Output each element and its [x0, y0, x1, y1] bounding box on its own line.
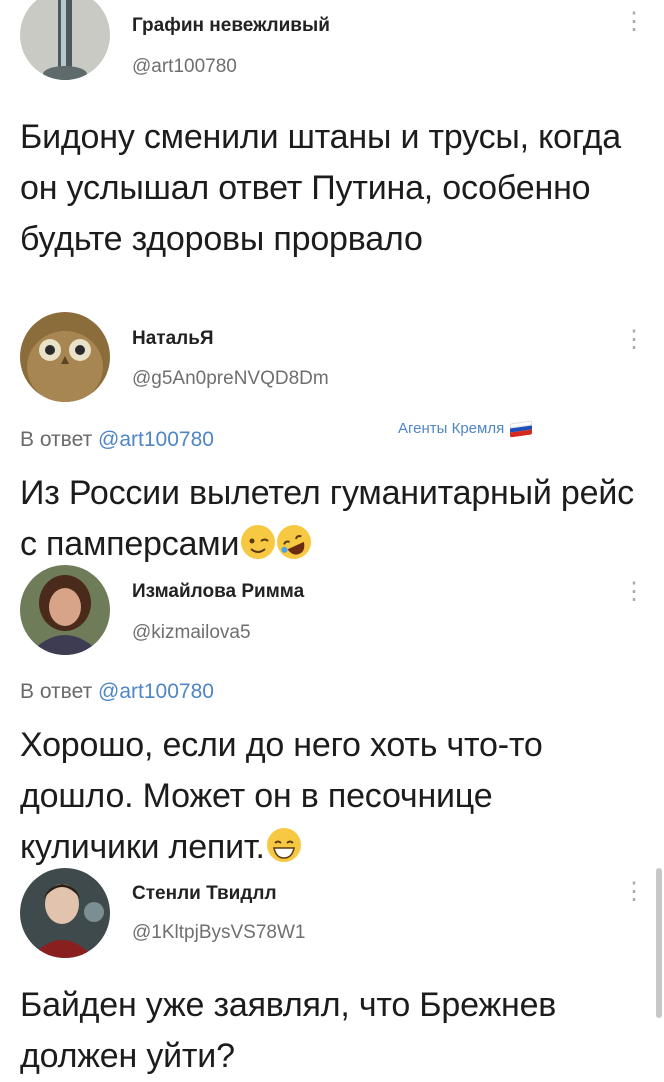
reply-to-line: В ответ @art100780 [20, 680, 214, 704]
owl-avatar-image [20, 312, 110, 402]
avatar-image [20, 0, 110, 80]
author-name[interactable]: Измайлова Римма [132, 581, 304, 603]
vertical-ellipsis-icon[interactable]: ⋮ [622, 10, 646, 34]
comment-text: Бидону сменили штаны и трусы, когда он у… [20, 118, 621, 258]
avatar[interactable] [20, 312, 110, 402]
winking-face-icon [241, 525, 276, 559]
status-badge: Агенты Кремля [398, 419, 533, 438]
reply-mention-link[interactable]: @art100780 [98, 680, 214, 703]
rolling-laughing-face-icon [271, 519, 317, 565]
grinning-face-icon [266, 828, 301, 862]
vertical-ellipsis-icon[interactable]: ⋮ [622, 880, 646, 904]
comment-text: Хорошо, если до него хоть что-то дошло. … [20, 720, 620, 873]
avatar[interactable] [20, 868, 110, 958]
comment-text: Байден уже заявлял, что Брежнев должен у… [20, 986, 557, 1075]
author-name[interactable]: НатальЯ [132, 328, 214, 350]
reply-prefix: В ответ [20, 680, 93, 703]
woman-avatar-image [20, 565, 110, 655]
author-handle[interactable]: @g5An0preNVQD8Dm [132, 368, 329, 390]
reply-to-line: В ответ @art100780 [20, 428, 214, 452]
avatar[interactable] [20, 565, 110, 655]
comment-text: Из России вылетел гуманитарный рейс с па… [20, 468, 640, 570]
badge-label: Агенты Кремля [398, 420, 505, 437]
author-handle[interactable]: @1KltpjBysVS78W1 [132, 922, 305, 944]
avatar[interactable] [20, 0, 110, 80]
author-handle[interactable]: @art100780 [132, 56, 237, 78]
russian-flag-icon [510, 419, 533, 438]
author-name[interactable]: Графин невежливый [132, 15, 330, 37]
author-name[interactable]: Стенли Твидлл [132, 883, 277, 905]
author-handle[interactable]: @kizmailova5 [132, 622, 251, 644]
reply-mention-link[interactable]: @art100780 [98, 428, 214, 451]
man-avatar-image [20, 868, 110, 958]
vertical-ellipsis-icon[interactable]: ⋮ [622, 328, 646, 352]
vertical-ellipsis-icon[interactable]: ⋮ [622, 580, 646, 604]
comment-text-content: Из России вылетел гуманитарный рейс с па… [20, 474, 634, 563]
reply-prefix: В ответ [20, 428, 93, 451]
scrollbar[interactable] [656, 868, 662, 1018]
